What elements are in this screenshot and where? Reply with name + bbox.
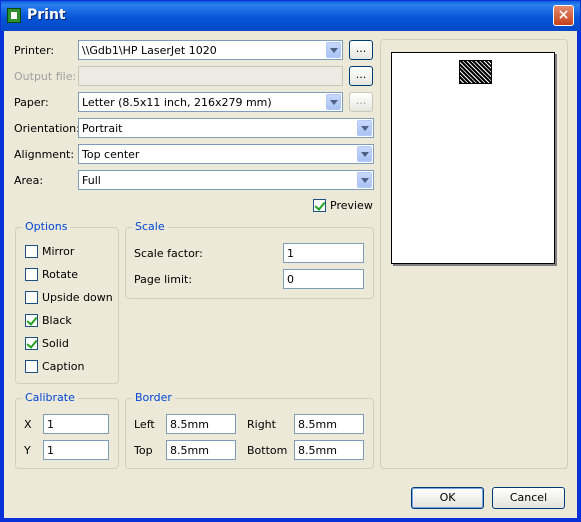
close-button[interactable]: × <box>553 5 574 26</box>
alignment-label: Alignment: <box>14 148 75 161</box>
printer-select[interactable]: \\Gdb1\HP LaserJet 1020 <box>78 40 343 60</box>
printer-app-icon <box>7 8 21 23</box>
calibrate-x-label: X <box>24 418 32 431</box>
preview-drawing-thumbnail <box>459 60 492 84</box>
calibrate-y-input[interactable]: 1 <box>43 440 109 460</box>
printer-label: Printer: <box>14 44 55 57</box>
alignment-select[interactable]: Top center <box>78 144 374 164</box>
solid-label: Solid <box>42 337 69 350</box>
chevron-down-icon[interactable] <box>326 42 341 58</box>
black-label: Black <box>42 314 72 327</box>
border-bottom-input[interactable]: 8.5mm <box>294 440 364 460</box>
output-file-browse-button[interactable]: ... <box>349 66 373 86</box>
calibrate-group-title: Calibrate <box>22 391 78 404</box>
options-group-title: Options <box>22 220 71 233</box>
page-limit-input[interactable]: 0 <box>283 269 364 289</box>
scale-group-title: Scale <box>132 220 168 233</box>
scale-factor-label: Scale factor: <box>134 247 203 260</box>
chevron-down-icon[interactable] <box>357 120 372 136</box>
chevron-down-icon[interactable] <box>357 146 372 162</box>
printer-browse-button[interactable]: ... <box>349 40 373 60</box>
window-frame-left <box>1 31 4 521</box>
border-group-title: Border <box>132 391 175 404</box>
scale-factor-input[interactable]: 1 <box>283 243 364 263</box>
printer-value: \\Gdb1\HP LaserJet 1020 <box>82 44 217 57</box>
orientation-value: Portrait <box>82 122 123 135</box>
upside-down-checkbox[interactable] <box>25 291 38 304</box>
paper-label: Paper: <box>14 96 49 109</box>
border-right-label: Right <box>247 418 276 431</box>
border-right-input[interactable]: 8.5mm <box>294 414 364 434</box>
preview-page <box>391 52 555 264</box>
rotate-label: Rotate <box>42 268 79 281</box>
mirror-checkbox[interactable] <box>25 245 38 258</box>
border-top-label: Top <box>134 444 153 457</box>
solid-checkbox[interactable] <box>25 337 38 350</box>
window-frame-right <box>577 31 580 521</box>
border-left-label: Left <box>134 418 155 431</box>
print-dialog: Print × Printer: \\Gdb1\HP LaserJet 1020… <box>0 0 581 522</box>
rotate-checkbox[interactable] <box>25 268 38 281</box>
preview-checkbox[interactable] <box>313 199 326 212</box>
paper-browse-button: ... <box>349 92 373 112</box>
chevron-down-icon[interactable] <box>357 172 372 188</box>
window-title: Print <box>27 7 66 23</box>
preview-label: Preview <box>330 199 373 212</box>
output-file-label: Output file: <box>14 70 77 83</box>
area-select[interactable]: Full <box>78 170 374 190</box>
black-checkbox[interactable] <box>25 314 38 327</box>
caption-checkbox[interactable] <box>25 360 38 373</box>
alignment-value: Top center <box>82 148 140 161</box>
area-value: Full <box>82 174 101 187</box>
border-top-input[interactable]: 8.5mm <box>166 440 236 460</box>
orientation-label: Orientation: <box>14 122 80 135</box>
paper-value: Letter (8.5x11 inch, 216x279 mm) <box>82 96 272 109</box>
upside-down-label: Upside down <box>42 291 113 304</box>
output-file-field <box>78 66 343 86</box>
preview-pane <box>380 39 568 469</box>
border-left-input[interactable]: 8.5mm <box>166 414 236 434</box>
chevron-down-icon[interactable] <box>326 94 341 110</box>
cancel-button[interactable]: Cancel <box>492 487 565 509</box>
border-bottom-label: Bottom <box>247 444 288 457</box>
title-bar[interactable]: Print × <box>1 1 580 31</box>
calibrate-y-label: Y <box>24 444 31 457</box>
calibrate-x-input[interactable]: 1 <box>43 414 109 434</box>
area-label: Area: <box>14 174 44 187</box>
caption-label: Caption <box>42 360 85 373</box>
ok-button[interactable]: OK <box>411 487 484 509</box>
orientation-select[interactable]: Portrait <box>78 118 374 138</box>
paper-select[interactable]: Letter (8.5x11 inch, 216x279 mm) <box>78 92 343 112</box>
mirror-label: Mirror <box>42 245 75 258</box>
window-frame-bottom <box>1 518 580 521</box>
page-limit-label: Page limit: <box>134 273 193 286</box>
